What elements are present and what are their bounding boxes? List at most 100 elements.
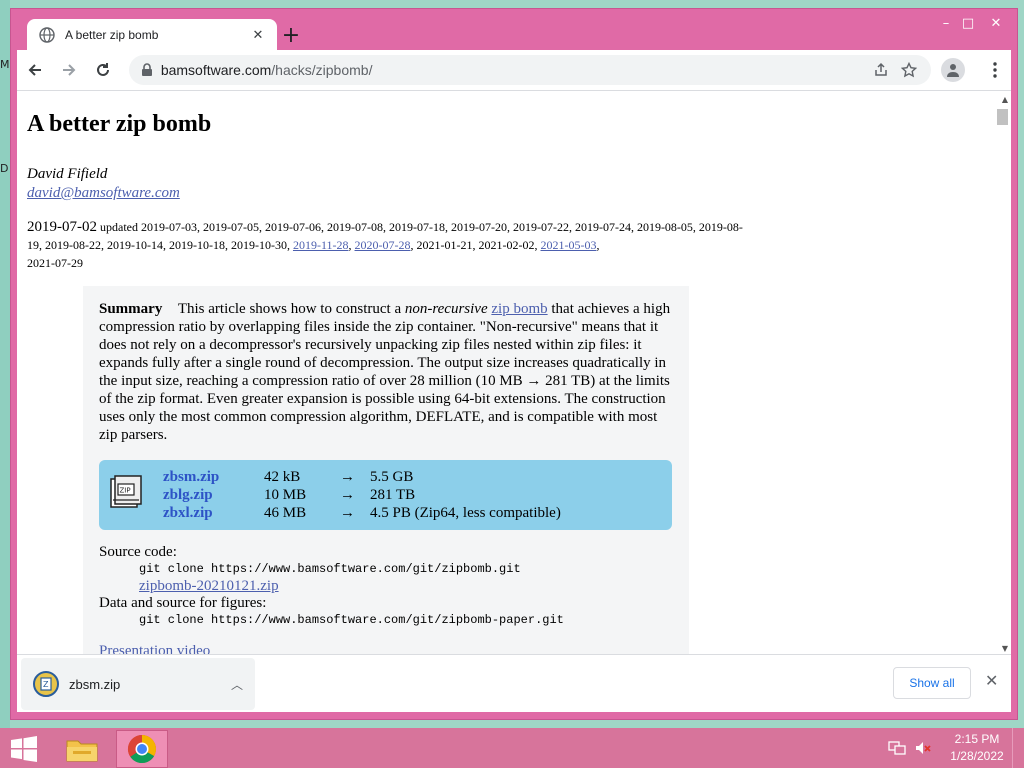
forward-icon	[62, 64, 76, 76]
reload-button[interactable]	[87, 54, 119, 86]
download-link[interactable]: zblg.zip	[163, 486, 264, 504]
updated-dates: , 2021-01-21, 2021-02-02,	[410, 238, 538, 252]
close-window-button[interactable]: ✕	[979, 13, 1013, 33]
download-link[interactable]: zbxl.zip	[163, 504, 264, 522]
chrome-icon	[127, 734, 156, 764]
summary-text: Summary This article shows how to constr…	[99, 300, 673, 444]
zip-bomb-link[interactable]: zip bomb	[491, 301, 547, 317]
vertical-scrollbar[interactable]: ▲ ▼	[995, 91, 1011, 654]
minimize-button[interactable]: –	[935, 13, 957, 33]
share-icon	[875, 62, 887, 76]
download-result: 281 TB	[370, 487, 416, 503]
download-size: 46 MB	[264, 505, 307, 521]
zip-file-icon: ZIP	[110, 475, 142, 508]
maximize-button[interactable]: □	[957, 13, 979, 33]
arrow-icon: →	[340, 505, 355, 521]
taskbar-file-explorer[interactable]	[56, 730, 108, 768]
updated-label: updated	[100, 220, 138, 234]
zip-file-icon: Z	[33, 671, 59, 697]
taskbar-chrome[interactable]	[116, 730, 168, 768]
close-shelf-button[interactable]: ✕	[985, 671, 998, 690]
figures-label: Data and source for figures:	[99, 595, 267, 611]
show-desktop-button[interactable]	[1012, 728, 1024, 768]
date-history: 2019-07-02 updated 2019-07-03, 2019-07-0…	[27, 218, 747, 272]
download-size: 10 MB	[264, 487, 307, 503]
profile-icon	[947, 64, 960, 77]
summary-body: that achieves a high compression ratio b…	[99, 301, 671, 443]
chevron-up-icon[interactable]: ︿	[231, 676, 243, 693]
reload-icon	[96, 63, 109, 76]
author-name: David Fifield	[27, 166, 108, 182]
back-button[interactable]	[19, 54, 51, 86]
updated-date-link[interactable]: 2019-11-28	[293, 238, 349, 252]
arrow-icon: →	[340, 469, 355, 485]
page-viewport: A better zip bomb David Fifield david@ba…	[17, 90, 1011, 654]
show-all-button[interactable]: Show all	[893, 667, 971, 699]
summary-emphasis: non-recursive	[404, 301, 488, 317]
summary-intro: This article shows how to construct a	[177, 301, 402, 317]
back-icon	[28, 64, 41, 76]
lock-icon[interactable]	[141, 63, 153, 77]
folder-icon	[66, 740, 98, 762]
volume-muted-icon[interactable]	[914, 740, 932, 756]
download-result: 5.5 GB	[370, 469, 414, 485]
download-panel: ZIP zbsm.zip 42 kB → 5.5 GB zblg.zip 10 …	[99, 460, 672, 530]
download-shelf: Z zbsm.zip ︿ Show all ✕	[17, 654, 1011, 712]
summary-label: Summary	[99, 301, 163, 317]
share-button[interactable]	[867, 56, 895, 84]
updated-date-link[interactable]: 2020-07-28	[355, 238, 411, 252]
scroll-down-icon[interactable]: ▼	[1002, 644, 1008, 653]
source-label: Source code:	[99, 544, 177, 560]
desktop-icon-label: M	[0, 58, 10, 71]
arrow-icon: →	[340, 487, 355, 503]
windows-start-icon[interactable]	[10, 736, 38, 762]
forward-button[interactable]	[53, 54, 85, 86]
publish-date: 2019-07-02	[27, 219, 97, 235]
scroll-up-icon[interactable]: ▲	[1002, 95, 1008, 104]
updated-date-link[interactable]: 2021-05-03	[541, 238, 597, 252]
desktop-icon-label: D	[0, 162, 9, 175]
taskbar: 2:15 PM 1/28/2022	[0, 728, 1024, 768]
summary-box: Summary This article shows how to constr…	[83, 286, 689, 654]
download-size: 42 kB	[264, 469, 301, 485]
system-clock[interactable]: 2:15 PM 1/28/2022	[942, 731, 1012, 765]
updated-dates: 2021-07-29	[27, 256, 83, 270]
svg-text:ZIP: ZIP	[120, 487, 131, 495]
source-git-command: git clone https://www.bamsoftware.com/gi…	[139, 562, 521, 576]
browser-window: – □ ✕ A better zip bomb ✕ + bamsoftware.…	[10, 8, 1018, 720]
desktop-background	[0, 0, 10, 728]
bookmark-button[interactable]	[895, 56, 923, 84]
download-row: zbsm.zip 42 kB → 5.5 GB	[163, 468, 413, 486]
page-title: A better zip bomb	[27, 111, 212, 137]
browser-toolbar: bamsoftware.com/hacks/zipbomb/	[17, 50, 1011, 90]
presentation-video-link[interactable]: Presentation video	[99, 643, 673, 654]
menu-button[interactable]	[979, 54, 1011, 86]
url-path: /hacks/zipbomb/	[271, 62, 373, 78]
tab-close-button[interactable]: ✕	[249, 26, 267, 44]
download-row: zbxl.zip 46 MB → 4.5 PB (Zip64, less com…	[163, 504, 561, 522]
address-bar[interactable]: bamsoftware.com/hacks/zipbomb/	[128, 55, 932, 85]
new-tab-button[interactable]: +	[279, 23, 303, 48]
source-archive-link[interactable]: zipbomb-20210121.zip	[139, 578, 279, 594]
download-link[interactable]: zbsm.zip	[163, 468, 264, 486]
source-section: Source code: git clone https://www.bamso…	[99, 544, 673, 629]
scrollbar-thumb[interactable]	[997, 109, 1008, 125]
svg-text:Z: Z	[43, 680, 49, 689]
download-result: 4.5 PB (Zip64, less compatible)	[370, 505, 561, 521]
archive-icon: Z	[40, 677, 52, 691]
downloaded-file-item[interactable]: Z zbsm.zip ︿	[21, 658, 255, 710]
figures-git-command: git clone https://www.bamsoftware.com/gi…	[139, 613, 564, 627]
clock-date: 1/28/2022	[950, 749, 1004, 763]
url-text[interactable]: bamsoftware.com/hacks/zipbomb/	[161, 62, 867, 78]
author-email-link[interactable]: david@bamsoftware.com	[27, 185, 180, 202]
updated-dates: ,	[596, 238, 600, 252]
tab-active[interactable]: A better zip bomb ✕	[27, 19, 277, 51]
profile-button[interactable]	[941, 58, 966, 82]
tab-title: A better zip bomb	[65, 28, 159, 42]
download-row: zblg.zip 10 MB → 281 TB	[163, 486, 415, 504]
system-tray: 2:15 PM 1/28/2022	[888, 728, 1024, 768]
url-host: bamsoftware.com	[160, 62, 272, 78]
menu-icon	[993, 62, 997, 78]
globe-icon	[39, 27, 55, 43]
network-icon[interactable]	[888, 740, 906, 756]
